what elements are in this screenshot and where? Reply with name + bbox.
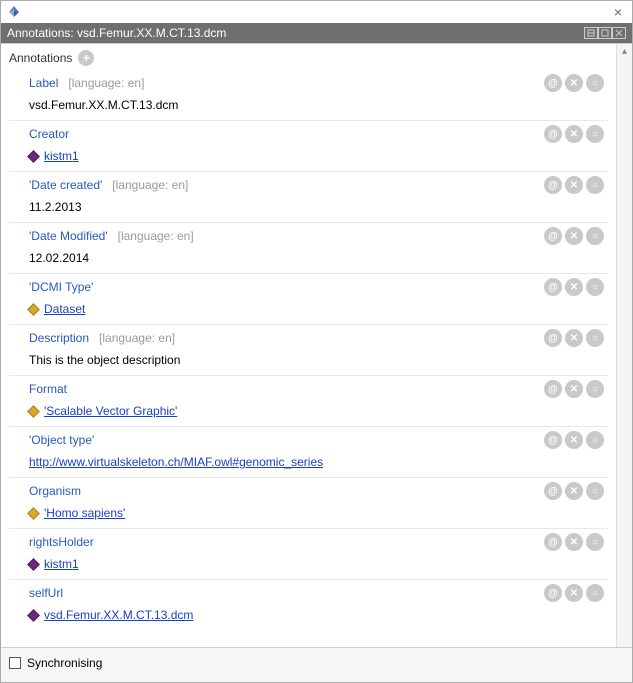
scrollbar[interactable]: ▴ [616, 44, 632, 647]
delete-button[interactable]: ✕ [565, 74, 583, 92]
row-value-link[interactable]: kistm1 [44, 557, 79, 571]
prop-name: selfUrl [29, 586, 63, 600]
at-button[interactable]: @ [544, 329, 562, 347]
row-creator: Creator @ ✕ ○ kistm1 [9, 121, 608, 172]
maximize-icon[interactable] [598, 27, 612, 39]
entity-icon [27, 507, 40, 520]
row-value-text: 12.02.2014 [29, 251, 89, 265]
more-button[interactable]: ○ [586, 584, 604, 602]
content-area: Annotations + Label [language: en] @ ✕ ○ [1, 43, 632, 647]
prop-name: 'Date created' [29, 178, 102, 192]
close-icon[interactable]: × [610, 4, 626, 20]
more-button[interactable]: ○ [586, 125, 604, 143]
at-button[interactable]: @ [544, 125, 562, 143]
delete-button[interactable]: ✕ [565, 329, 583, 347]
entity-icon [27, 303, 40, 316]
at-button[interactable]: @ [544, 533, 562, 551]
delete-button[interactable]: ✕ [565, 482, 583, 500]
delete-button[interactable]: ✕ [565, 584, 583, 602]
more-button[interactable]: ○ [586, 176, 604, 194]
prop-name: Description [29, 331, 89, 345]
at-button[interactable]: @ [544, 278, 562, 296]
prop-name: rightsHolder [29, 535, 94, 549]
at-button[interactable]: @ [544, 584, 562, 602]
prop-name: 'Object type' [29, 433, 94, 447]
row-value-link[interactable]: http://www.virtualskeleton.ch/MIAF.owl#g… [29, 455, 323, 469]
more-button[interactable]: ○ [586, 482, 604, 500]
at-button[interactable]: @ [544, 482, 562, 500]
row-description: Description [language: en] @ ✕ ○ This is… [9, 325, 608, 376]
entity-icon [27, 150, 40, 163]
app-icon [7, 5, 21, 19]
row-value-link[interactable]: 'Scalable Vector Graphic' [44, 404, 177, 418]
row-value-link[interactable]: vsd.Femur.XX.M.CT.13.dcm [44, 608, 193, 622]
titlebar: × [1, 1, 632, 23]
row-dcmi-type: 'DCMI Type' @ ✕ ○ Dataset [9, 274, 608, 325]
lang-tag: [language: en] [118, 229, 194, 243]
lang-tag: [language: en] [112, 178, 188, 192]
at-button[interactable]: @ [544, 380, 562, 398]
synchronising-checkbox[interactable]: Synchronising [9, 656, 102, 670]
entity-icon [27, 609, 40, 622]
at-button[interactable]: @ [544, 227, 562, 245]
scroll-up-icon[interactable]: ▴ [618, 44, 632, 58]
delete-button[interactable]: ✕ [565, 227, 583, 245]
delete-button[interactable]: ✕ [565, 380, 583, 398]
window-close-icon[interactable] [612, 27, 626, 39]
row-value-text: 11.2.2013 [29, 200, 82, 214]
prop-name: 'DCMI Type' [29, 280, 93, 294]
at-button[interactable]: @ [544, 176, 562, 194]
delete-button[interactable]: ✕ [565, 125, 583, 143]
footer: Synchronising [1, 647, 632, 682]
row-label: Label [language: en] @ ✕ ○ vsd.Femur.XX.… [9, 70, 608, 121]
prop-name: Label [29, 76, 58, 90]
delete-button[interactable]: ✕ [565, 176, 583, 194]
checkbox-label: Synchronising [27, 656, 102, 670]
row-value-link[interactable]: kistm1 [44, 149, 79, 163]
more-button[interactable]: ○ [586, 74, 604, 92]
dialog-window: × Annotations: vsd.Femur.XX.M.CT.13.dcm … [0, 0, 633, 683]
row-format: Format @ ✕ ○ 'Scalable Vector Graphic' [9, 376, 608, 427]
row-object-type: 'Object type' @ ✕ ○ http://www.virtualsk… [9, 427, 608, 478]
row-self-url: selfUrl @ ✕ ○ vsd.Femur.XX.M.CT.13.dcm [9, 580, 608, 630]
lang-tag: [language: en] [99, 331, 175, 345]
entity-icon [27, 405, 40, 418]
more-button[interactable]: ○ [586, 329, 604, 347]
at-button[interactable]: @ [544, 74, 562, 92]
row-value-text: vsd.Femur.XX.M.CT.13.dcm [29, 98, 178, 112]
prop-name: 'Date Modified' [29, 229, 108, 243]
row-date-modified: 'Date Modified' [language: en] @ ✕ ○ 12.… [9, 223, 608, 274]
row-value-link[interactable]: 'Homo sapiens' [44, 506, 125, 520]
prop-name: Organism [29, 484, 81, 498]
rows-container: Label [language: en] @ ✕ ○ vsd.Femur.XX.… [9, 70, 608, 630]
delete-button[interactable]: ✕ [565, 533, 583, 551]
window-controls [584, 27, 626, 39]
more-button[interactable]: ○ [586, 227, 604, 245]
more-button[interactable]: ○ [586, 380, 604, 398]
row-organism: Organism @ ✕ ○ 'Homo sapiens' [9, 478, 608, 529]
more-button[interactable]: ○ [586, 533, 604, 551]
section-title: Annotations [9, 51, 72, 65]
prop-name: Format [29, 382, 67, 396]
entity-icon [27, 558, 40, 571]
row-date-created: 'Date created' [language: en] @ ✕ ○ 11.2… [9, 172, 608, 223]
delete-button[interactable]: ✕ [565, 278, 583, 296]
at-button[interactable]: @ [544, 431, 562, 449]
add-annotation-button[interactable]: + [78, 50, 94, 66]
subheader-title: Annotations: vsd.Femur.XX.M.CT.13.dcm [7, 26, 226, 40]
section-header: Annotations + [9, 50, 608, 66]
more-button[interactable]: ○ [586, 431, 604, 449]
row-value-text: This is the object description [29, 353, 180, 367]
lang-tag: [language: en] [68, 76, 144, 90]
annotations-list: Annotations + Label [language: en] @ ✕ ○ [1, 44, 616, 647]
more-button[interactable]: ○ [586, 278, 604, 296]
minimize-icon[interactable] [584, 27, 598, 39]
prop-name: Creator [29, 127, 69, 141]
subheader: Annotations: vsd.Femur.XX.M.CT.13.dcm [1, 23, 632, 43]
row-rights-holder: rightsHolder @ ✕ ○ kistm1 [9, 529, 608, 580]
checkbox-box[interactable] [9, 657, 21, 669]
row-value-link[interactable]: Dataset [44, 302, 85, 316]
delete-button[interactable]: ✕ [565, 431, 583, 449]
